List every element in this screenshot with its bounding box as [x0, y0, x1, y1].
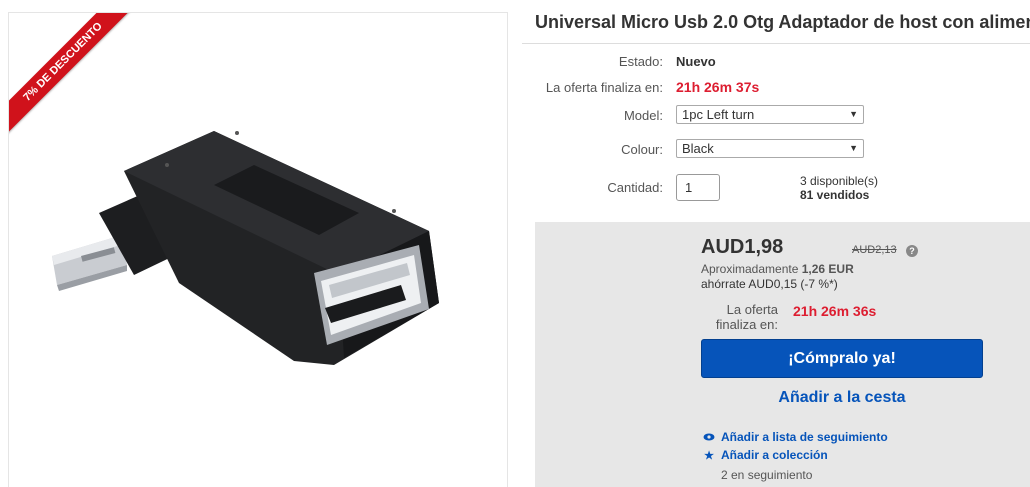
quantity-input[interactable]: 1 — [676, 174, 720, 201]
savings-text: ahórrate AUD0,15 (-7 %*) — [701, 277, 838, 291]
approx-prefix: Aproximadamente — [701, 262, 799, 276]
approx-price: Aproximadamente 1,26 EUR — [701, 262, 854, 276]
approx-value: 1,26 EUR — [801, 262, 854, 276]
product-image-panel[interactable]: 7% DE DESCUENTO — [8, 12, 508, 487]
help-icon[interactable]: ? — [906, 245, 918, 257]
sold-count: 81 vendidos — [800, 188, 870, 202]
colour-select[interactable]: Black ▼ — [676, 139, 864, 158]
condition-label: Estado: — [618, 54, 663, 69]
colour-select-value: Black — [682, 141, 714, 156]
product-image[interactable] — [9, 13, 508, 487]
product-title: Universal Micro Usb 2.0 Otg Adaptador de… — [535, 12, 1030, 32]
eye-icon — [703, 432, 715, 444]
buybox-offer-timer: 21h 26m 36s — [793, 303, 877, 319]
original-price: AUD2,13 — [852, 244, 897, 256]
availability: 3 disponible(s) 81 vendidos — [800, 174, 878, 202]
model-label: Model: — [623, 108, 663, 123]
chevron-down-icon: ▼ — [849, 143, 858, 153]
model-select-value: 1pc Left turn — [682, 107, 755, 122]
add-to-watchlist-link[interactable]: Añadir a lista de seguimiento — [703, 430, 888, 444]
model-select[interactable]: 1pc Left turn ▼ — [676, 105, 864, 124]
chevron-down-icon: ▼ — [849, 109, 858, 119]
watchlist-label: Añadir a lista de seguimiento — [721, 430, 888, 444]
quantity-label: Cantidad: — [607, 180, 663, 195]
price: AUD1,98 — [701, 236, 784, 258]
buybox-offer-label: La oferta finaliza en: — [715, 302, 778, 332]
available-count: 3 disponible(s) — [800, 174, 879, 188]
star-icon: ★ — [704, 450, 714, 462]
offer-ends-label: La oferta finaliza en: — [545, 80, 663, 95]
title-divider — [522, 43, 1030, 44]
condition-value: Nuevo — [676, 54, 716, 69]
offer-ends-timer: 21h 26m 37s — [676, 79, 760, 95]
add-to-cart-button[interactable]: Añadir a la cesta — [701, 386, 983, 410]
watch-count: 2 en seguimiento — [721, 468, 813, 482]
add-to-collection-link[interactable]: ★ Añadir a colección — [703, 448, 828, 462]
collection-label: Añadir a colección — [721, 448, 828, 462]
colour-label: Colour: — [621, 142, 663, 157]
buy-now-button[interactable]: ¡Cómpralo ya! — [701, 339, 983, 378]
